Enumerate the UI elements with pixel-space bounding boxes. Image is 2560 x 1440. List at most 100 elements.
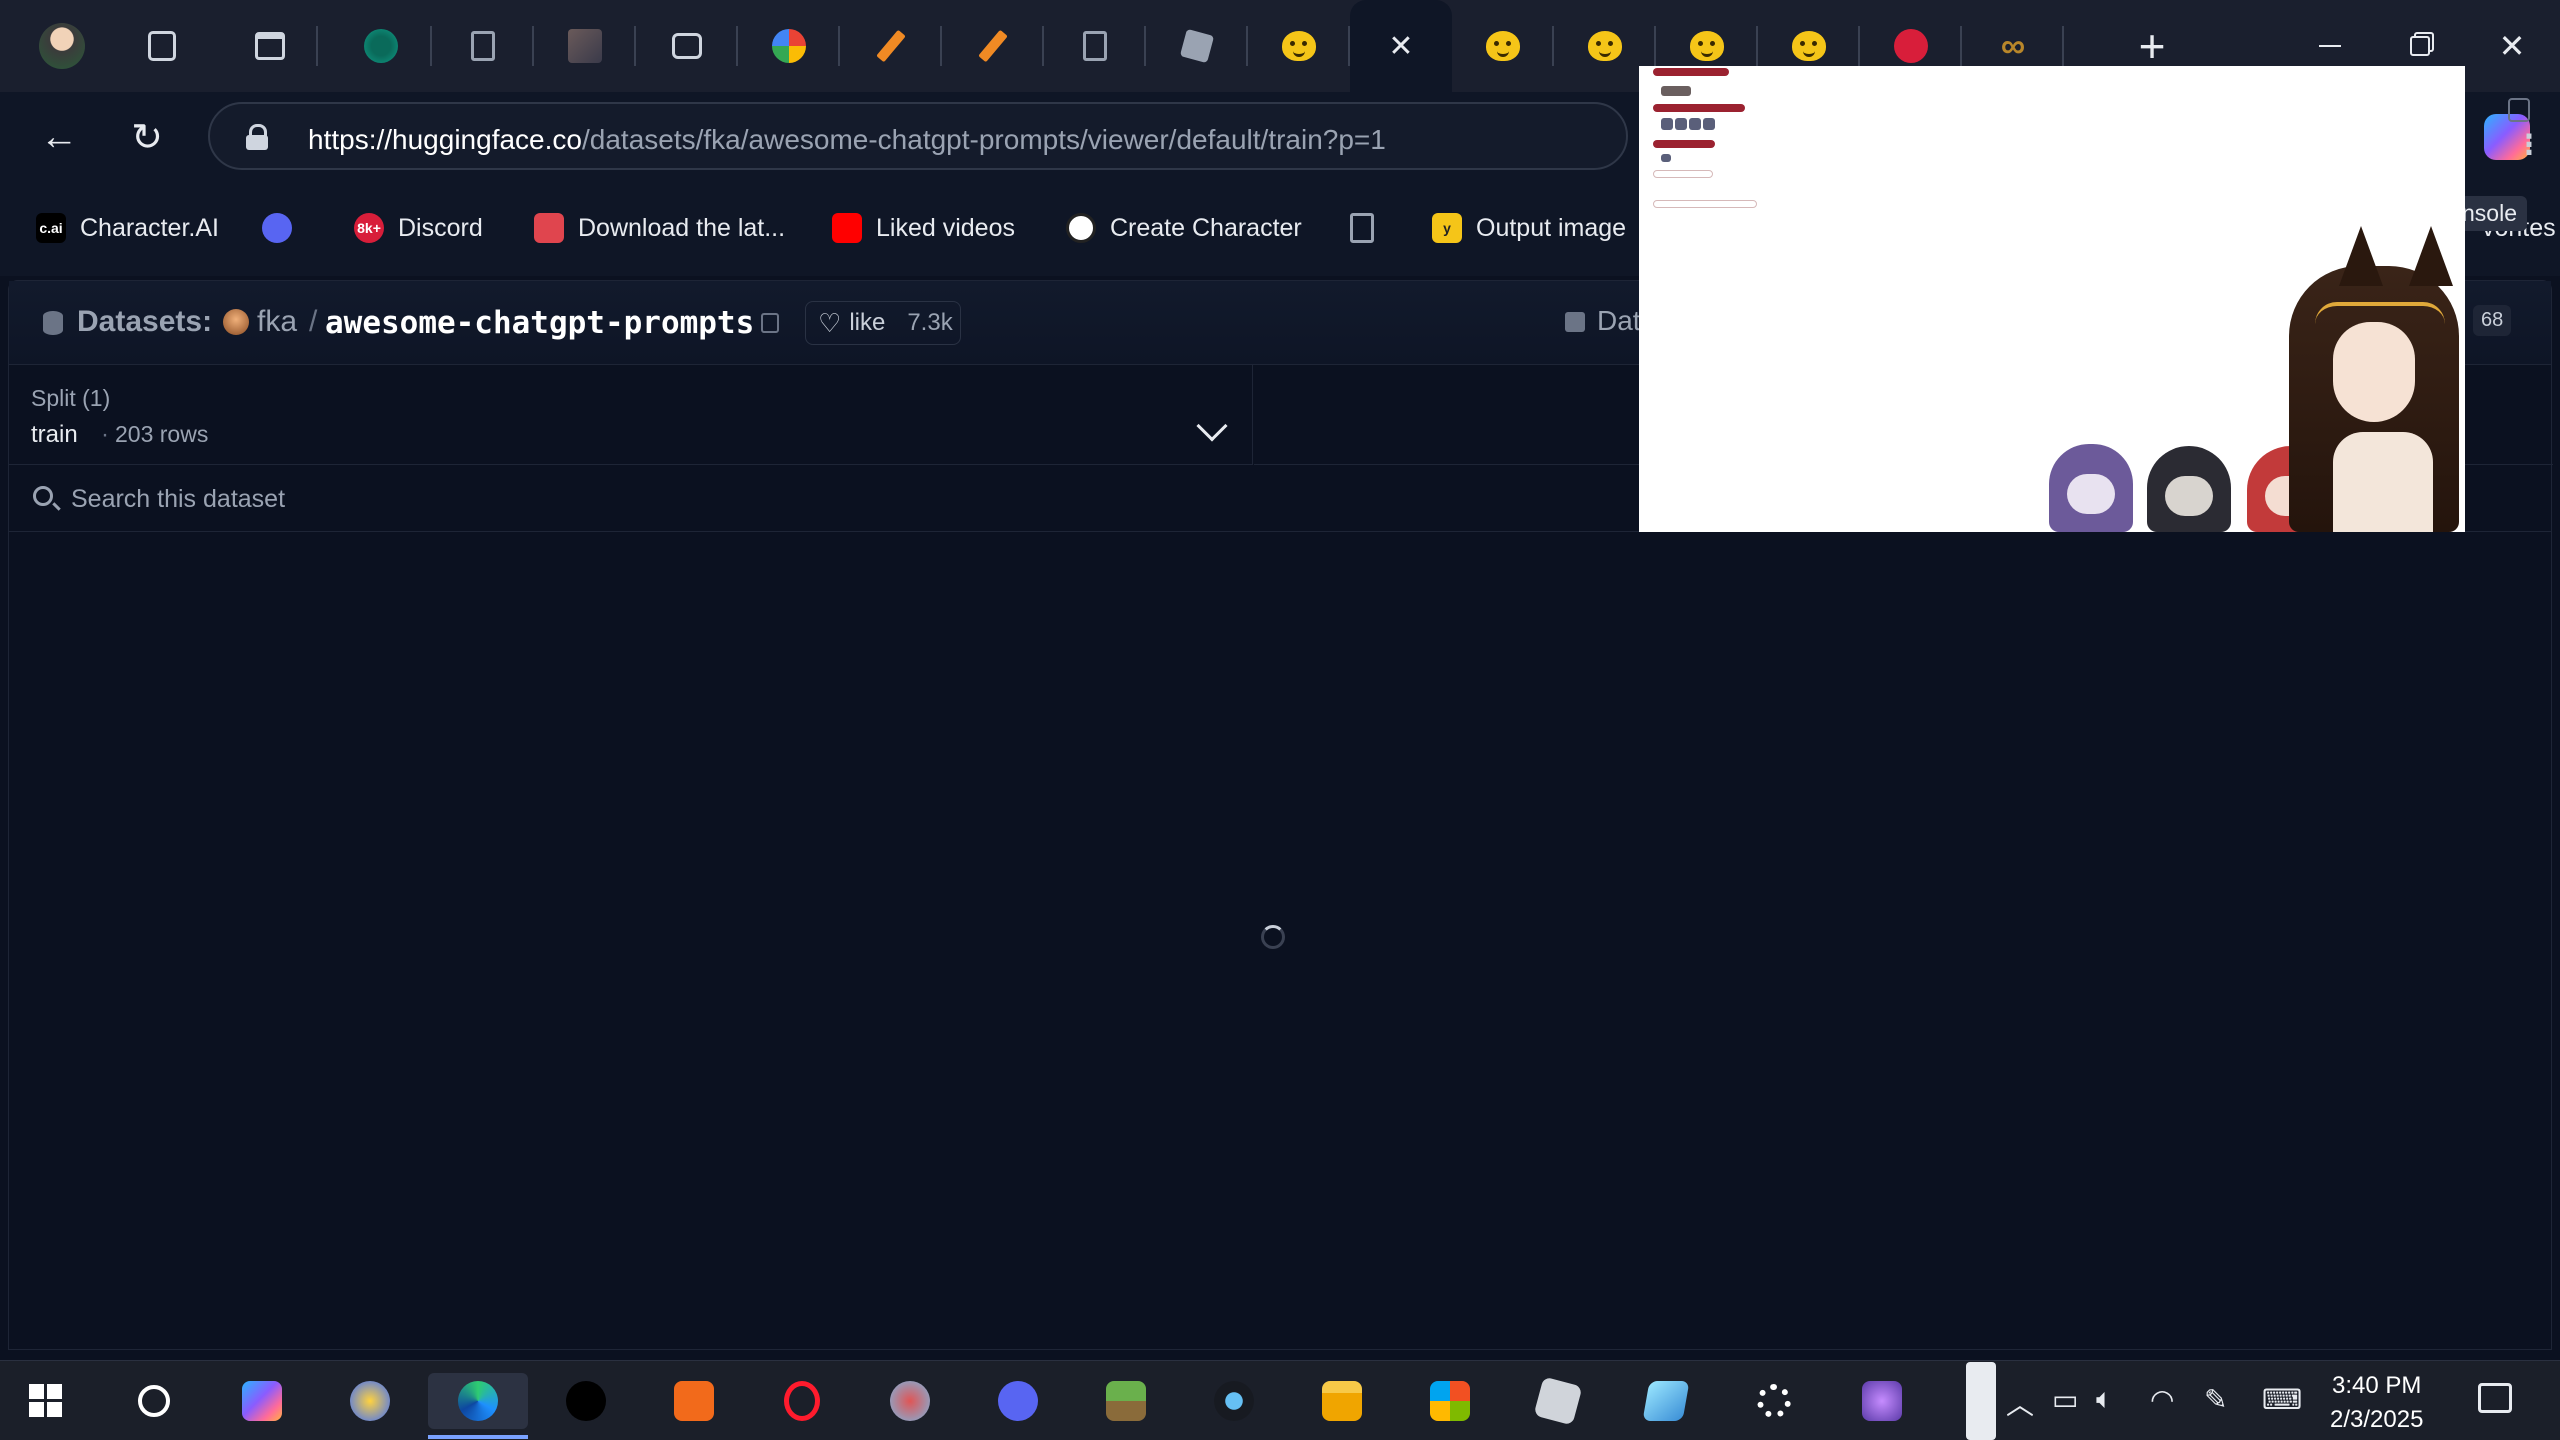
browser-tab[interactable] (534, 0, 636, 92)
anime-app-icon (1862, 1381, 1902, 1421)
pencil-icon (978, 29, 1008, 63)
taskbar-search[interactable] (126, 1373, 182, 1429)
paint-icon (890, 1381, 930, 1421)
taskbar-anime-app[interactable] (1854, 1373, 1910, 1429)
document-icon (471, 31, 495, 61)
browser-tab[interactable] (1044, 0, 1146, 92)
browser-tab[interactable] (636, 0, 738, 92)
loading-spinner (1261, 925, 1285, 949)
browser-tab[interactable] (942, 0, 1044, 92)
bookmark-discord[interactable] (262, 206, 292, 250)
taskbar-settings[interactable] (1746, 1373, 1802, 1429)
openai-icon (1066, 213, 1096, 243)
document-icon (1083, 31, 1107, 61)
huggingface-icon (1588, 31, 1622, 61)
close-icon: ✕ (2498, 28, 2526, 64)
bookmark-output-image[interactable]: y Output image (1432, 206, 1626, 250)
8k-icon: 8k+ (354, 213, 384, 243)
browser-tab[interactable] (738, 0, 840, 92)
8k-icon (1894, 29, 1928, 63)
more-options-icon[interactable]: ⋮ (2515, 131, 2543, 159)
taskbar-edge[interactable] (428, 1373, 528, 1439)
browser-tab[interactable] (1248, 0, 1350, 92)
microsoft-store-icon (1430, 1381, 1470, 1421)
taskbar-paint[interactable] (882, 1373, 938, 1429)
workspaces-button[interactable] (114, 0, 210, 92)
taskbar-start[interactable] (18, 1373, 74, 1429)
cube-icon (1565, 312, 1585, 332)
taskbar-discord[interactable] (990, 1373, 1046, 1429)
search-input[interactable] (71, 478, 1271, 520)
tiktok-icon (566, 1381, 606, 1421)
bookmark-liked-videos[interactable]: Liked videos (832, 206, 1015, 250)
like-button[interactable]: ♡ like 7.3k (805, 301, 961, 345)
split-row-count: 203 rows (115, 421, 209, 447)
database-icon (43, 311, 63, 335)
battery-icon[interactable]: ▭ (2052, 1383, 2078, 1416)
taskbar-file-explorer[interactable] (1314, 1373, 1370, 1429)
bookmark-document[interactable] (1350, 206, 1374, 250)
address-bar[interactable]: https://huggingface.co/datasets/fka/awes… (208, 102, 1628, 170)
browser-tab[interactable] (1452, 0, 1554, 92)
back-button[interactable]: ← (34, 112, 84, 162)
huggingface-icon (1486, 31, 1520, 61)
pen-icon[interactable]: ✎ (2204, 1383, 2227, 1416)
browser-tab[interactable] (432, 0, 534, 92)
owner-avatar (223, 309, 249, 335)
taskbar-opera[interactable] (774, 1373, 830, 1429)
split-selector[interactable]: Split (1) train · 203 rows (9, 365, 1253, 465)
volume-icon[interactable]: 🔈︎ (2096, 1383, 2113, 1416)
discord-icon (998, 1381, 1038, 1421)
keyboard-icon[interactable]: ⌨ (2262, 1383, 2302, 1416)
browser-tab[interactable] (330, 0, 432, 92)
overlay-window[interactable] (1639, 66, 2465, 532)
active-tab[interactable]: ✕ (1350, 0, 1452, 92)
url-text[interactable]: https://huggingface.co/datasets/fka/awes… (308, 124, 1386, 156)
huggingface-icon (1282, 31, 1316, 61)
system-clock[interactable]: 3:40 PM 2/3/2025 (2330, 1369, 2423, 1437)
taskbar-touch-app[interactable] (666, 1373, 722, 1429)
close-window-button[interactable]: ✕ (2484, 18, 2540, 74)
close-icon[interactable]: ✕ (1384, 29, 1418, 63)
taskbar-scroll-handle[interactable] (1966, 1362, 1996, 1440)
taskbar-tiktok[interactable] (558, 1373, 614, 1429)
chat-name-pill (1653, 68, 1729, 76)
infinity-icon: ∞ (2000, 26, 2026, 65)
copy-icon[interactable] (761, 313, 779, 333)
taskbar-game[interactable] (342, 1373, 398, 1429)
youtube-icon (832, 213, 862, 243)
windows-taskbar: ︿ ▭ 🔈︎ ◠ ✎ ⌨ 3:40 PM 2/3/2025 (0, 1360, 2560, 1440)
taskbar-microsoft-store[interactable] (1422, 1373, 1478, 1429)
dataset-owner[interactable]: fka (257, 305, 297, 339)
browser-tab[interactable] (1146, 0, 1248, 92)
chat-emote (1689, 118, 1701, 130)
taskbar-minecraft[interactable] (1098, 1373, 1154, 1429)
datasets-label[interactable]: Datasets: (77, 305, 212, 339)
opera-icon (784, 1381, 820, 1421)
discord-icon (262, 213, 292, 243)
chat-emote (1661, 86, 1691, 96)
sidebar-toggle-icon[interactable] (2508, 98, 2530, 122)
bookmark-create-character[interactable]: Create Character (1066, 206, 1302, 250)
document-icon (1350, 213, 1374, 243)
back-arrow-icon: ← (40, 115, 78, 158)
taskbar-roblox[interactable] (1530, 1373, 1586, 1429)
notifications-icon[interactable] (2478, 1383, 2512, 1413)
count-badge: 68 (2473, 305, 2512, 336)
tab-actions-button[interactable] (222, 0, 318, 92)
roblox-icon (1179, 28, 1215, 64)
profile-avatar[interactable] (10, 0, 114, 92)
wifi-icon[interactable]: ◠ (2150, 1383, 2174, 1416)
taskbar-notes[interactable] (1638, 1373, 1694, 1429)
refresh-button[interactable]: ↻ (122, 112, 172, 162)
bookmark-download-the-lat[interactable]: Download the lat... (534, 206, 785, 250)
taskbar-steam[interactable] (1206, 1373, 1262, 1429)
show-hidden-icons[interactable]: ︿ (2006, 1383, 2034, 1423)
taskbar-copilot[interactable] (234, 1373, 290, 1429)
browser-tab[interactable] (840, 0, 942, 92)
chevron-down-icon[interactable] (1196, 410, 1228, 442)
roblox-icon (1533, 1376, 1583, 1426)
dataset-name[interactable]: awesome-chatgpt-prompts (325, 305, 754, 341)
bookmark-character-ai[interactable]: c.ai Character.AI (36, 206, 219, 250)
bookmark-discord[interactable]: 8k+ Discord (354, 206, 483, 250)
